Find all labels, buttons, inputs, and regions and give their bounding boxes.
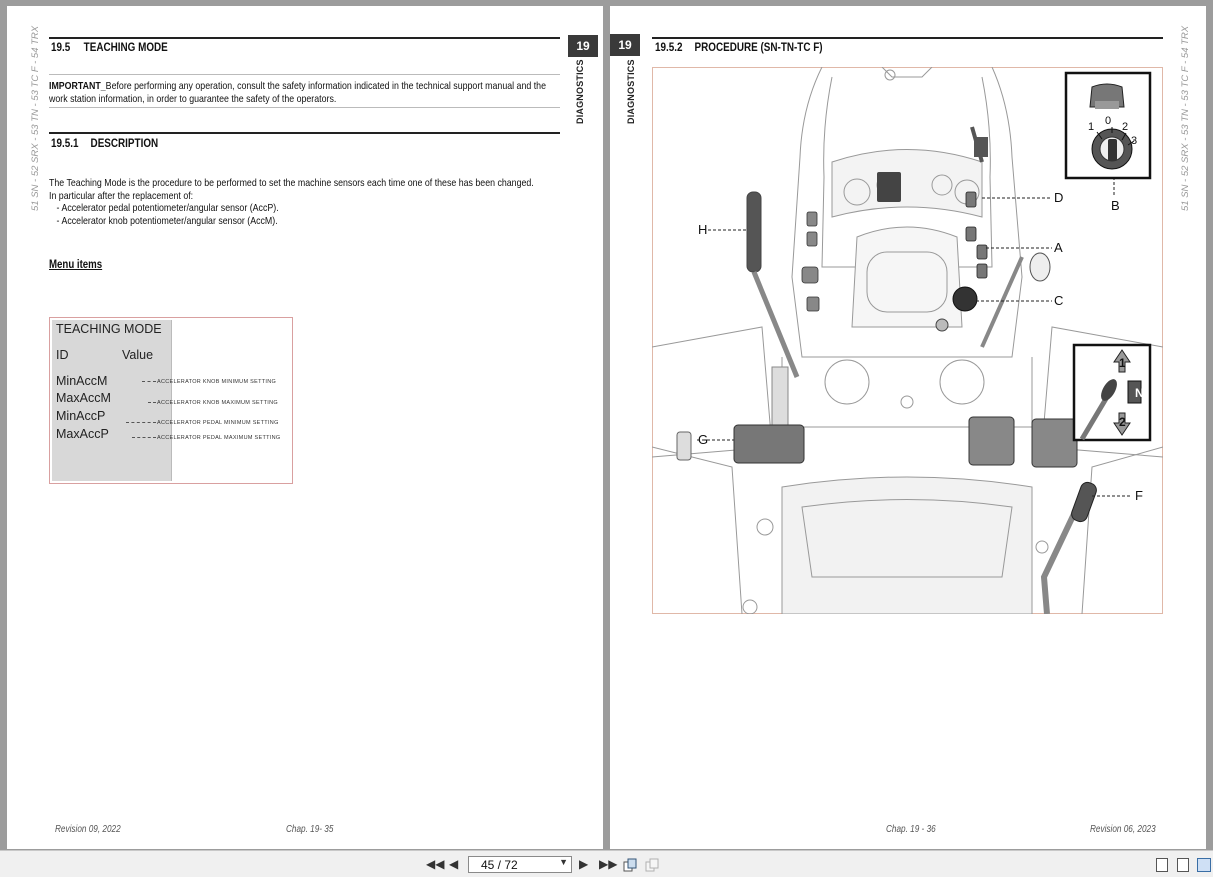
- label-d: D: [1054, 190, 1064, 205]
- model-side-text: 51 SN - 52 SRX - 53 TN - 53 TC F - 54 TR…: [30, 25, 41, 211]
- key-position-2: 2: [1122, 121, 1129, 133]
- subsection-number: 19.5.1: [51, 138, 79, 150]
- chapter-vertical-label: DIAGNOSTICS: [626, 59, 636, 124]
- model-side-text: 51 SN - 52 SRX - 53 TN - 53 TC F - 54 TR…: [1180, 25, 1191, 211]
- previous-page-icon[interactable]: ◀: [449, 857, 458, 871]
- page-number-field[interactable]: 45 / 72 ▼: [468, 856, 572, 873]
- navigation-toolbar: ◀◀ ◀ 45 / 72 ▼ ▶ ▶▶: [0, 850, 1213, 877]
- important-label: IMPORTANT_: [49, 80, 106, 92]
- footer-page-number: Chap. 19- 35: [286, 824, 334, 835]
- description-line: - Accelerator knob potentiometer/angular…: [56, 214, 278, 227]
- label-h: H: [698, 222, 708, 237]
- section-title: TEACHING MODE: [83, 42, 168, 54]
- subsection-rule: [652, 37, 1163, 39]
- leader-line: [148, 402, 156, 403]
- label-g: G: [698, 432, 709, 447]
- gear-neutral-label: N: [1135, 386, 1144, 400]
- divider: [49, 107, 560, 108]
- menu-item-id: MinAccP: [56, 409, 106, 423]
- chapter-tab: 19: [568, 35, 598, 57]
- menu-item-description: ACCELERATOR PEDAL MAXIMUM SETTING: [157, 435, 281, 441]
- menu-item-description: ACCELERATOR PEDAL MINIMUM SETTING: [157, 420, 279, 426]
- important-line-1: Before performing any operation, consult…: [105, 80, 546, 92]
- two-page-view-icon[interactable]: [1197, 858, 1211, 872]
- key-position-3: 3: [1131, 135, 1138, 147]
- last-page-icon[interactable]: ▶▶: [599, 857, 617, 871]
- subsection-heading: 19.5.1 DESCRIPTION: [51, 138, 158, 150]
- footer-page-number: Chap. 19 - 36: [886, 824, 936, 835]
- left-page: 51 SN - 52 SRX - 53 TN - 53 TC F - 54 TR…: [7, 6, 603, 849]
- menu-title: TEACHING MODE: [56, 322, 162, 336]
- key-position-0: 0: [1105, 115, 1112, 127]
- copy-page-icon[interactable]: [623, 858, 637, 875]
- menu-item-description: ACCELERATOR KNOB MINIMUM SETTING: [157, 379, 277, 385]
- menu-items-heading: Menu items: [49, 259, 103, 271]
- menu-column-value: Value: [122, 348, 154, 362]
- menu-item-id: MaxAccP: [56, 427, 109, 441]
- subsection-rule: [49, 132, 560, 134]
- divider: [49, 74, 560, 75]
- label-b: B: [1111, 198, 1120, 213]
- leader-line: [132, 437, 156, 438]
- description-line: The Teaching Mode is the procedure to be…: [49, 177, 534, 189]
- subsection-heading: 19.5.2 PROCEDURE (SN-TN-TC F): [655, 42, 823, 54]
- subsection-title: PROCEDURE (SN-TN-TC F): [694, 42, 823, 54]
- paste-page-icon[interactable]: [645, 858, 659, 875]
- important-notice: IMPORTANT_Before performing any operatio…: [49, 80, 546, 105]
- chapter-vertical-label: DIAGNOSTICS: [575, 59, 585, 124]
- right-page: 19 DIAGNOSTICS 19.5.2 PROCEDURE (SN-TN-TC…: [610, 6, 1206, 849]
- menu-item-id: MinAccM: [56, 374, 108, 388]
- teaching-mode-menu-image: TEACHING MODE ID Value MinAccM ACCELERAT…: [49, 317, 293, 484]
- single-page-view-icon[interactable]: [1156, 858, 1168, 872]
- section-rule: [49, 37, 560, 39]
- page-number-value: 45 / 72: [481, 858, 518, 872]
- dropdown-arrow-icon[interactable]: ▼: [559, 857, 568, 867]
- leader-line: [142, 381, 156, 382]
- label-a: A: [1054, 240, 1063, 255]
- subsection-number: 19.5.2: [655, 42, 683, 54]
- important-line-2: work station information, in order to gu…: [49, 92, 337, 105]
- description-line: - Accelerator pedal potentiometer/angula…: [56, 202, 279, 215]
- label-f: F: [1135, 488, 1143, 503]
- footer-revision: Revision 09, 2022: [55, 824, 121, 835]
- first-page-icon[interactable]: ◀◀: [426, 857, 444, 871]
- menu-column-id: ID: [56, 348, 69, 362]
- gear-down-label: 2: [1119, 415, 1126, 429]
- section-number: 19.5: [51, 42, 71, 54]
- menu-item-id: MaxAccM: [56, 391, 111, 405]
- subsection-title: DESCRIPTION: [90, 138, 159, 150]
- chapter-tab: 19: [610, 34, 640, 56]
- description-line: In particular after the replacement of:: [49, 189, 194, 202]
- section-heading: 19.5 TEACHING MODE: [51, 42, 168, 54]
- tractor-cab-illustration: [652, 67, 1163, 614]
- key-position-1: 1: [1088, 121, 1095, 133]
- description-text: The Teaching Mode is the procedure to be…: [49, 177, 534, 227]
- gear-up-label: 1: [1119, 356, 1126, 370]
- menu-item-description: ACCELERATOR KNOB MAXIMUM SETTING: [157, 400, 278, 406]
- footer-revision: Revision 06, 2023: [1090, 824, 1156, 835]
- label-c: C: [1054, 293, 1064, 308]
- next-page-icon[interactable]: ▶: [579, 857, 588, 871]
- leader-line: [126, 422, 156, 423]
- continuous-view-icon[interactable]: [1177, 858, 1189, 872]
